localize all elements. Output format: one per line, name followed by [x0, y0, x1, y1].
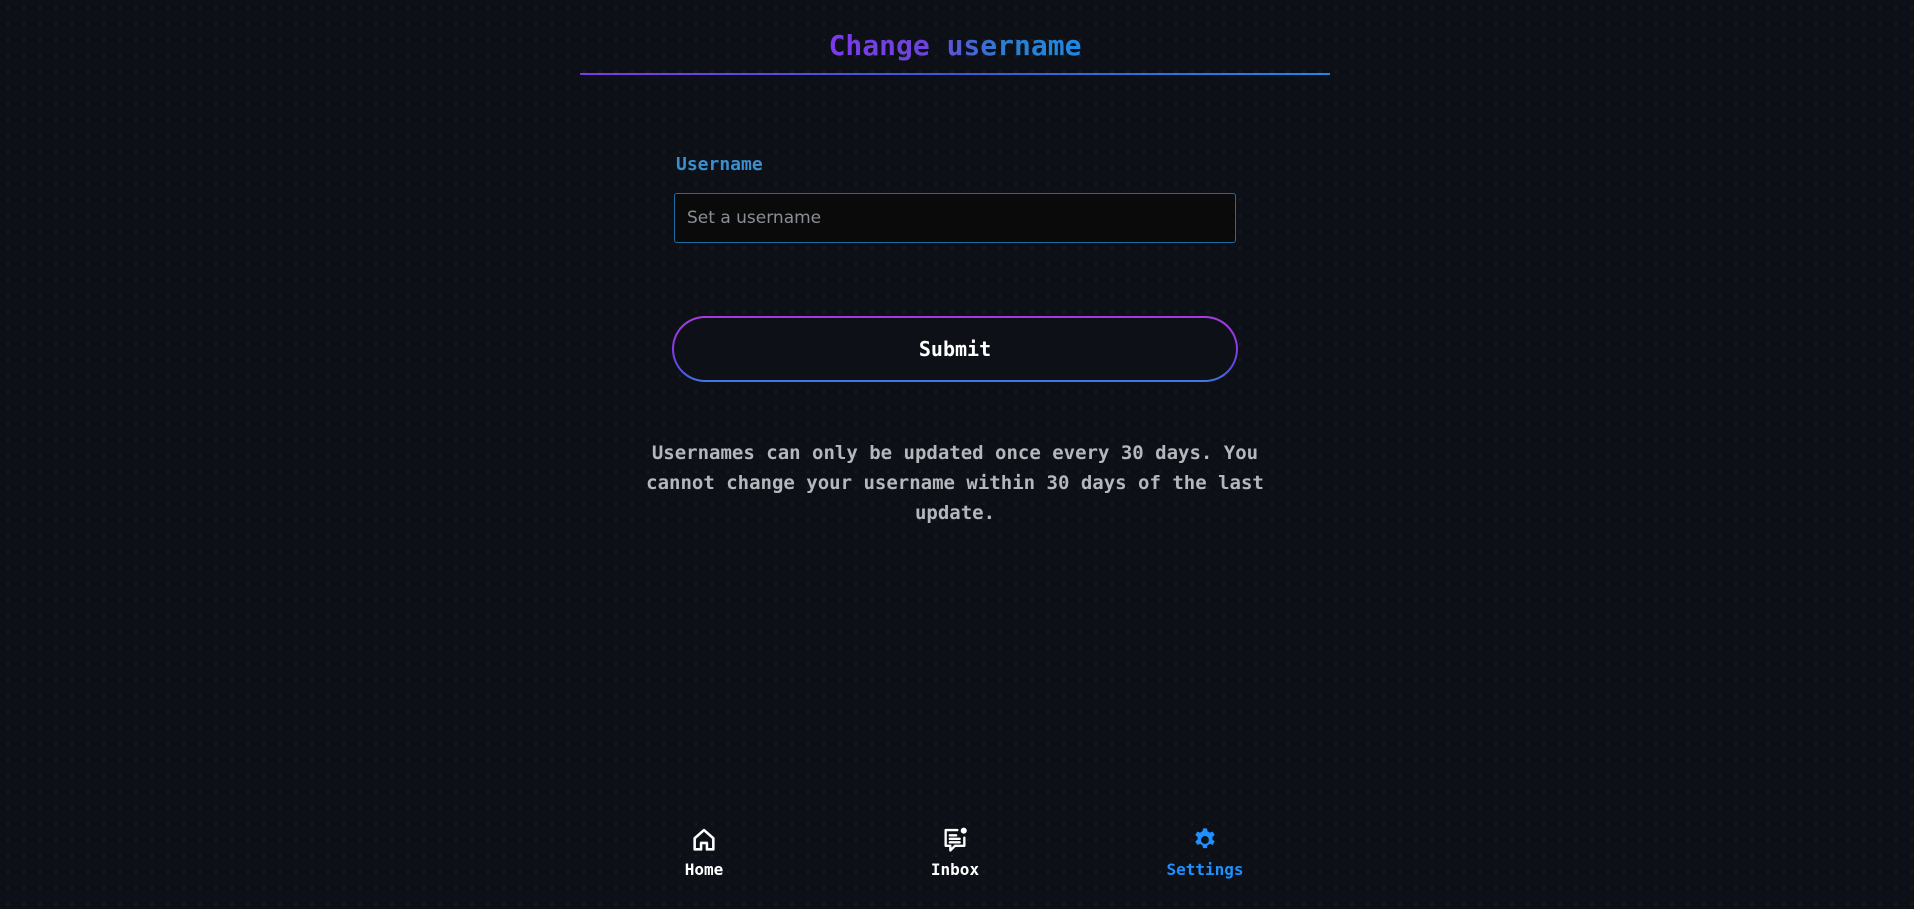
- page-header: Change username: [580, 22, 1330, 75]
- nav-item-inbox[interactable]: Inbox: [895, 826, 1015, 880]
- username-label: Username: [676, 154, 763, 175]
- nav-item-settings[interactable]: Settings: [1145, 826, 1265, 880]
- inbox-icon: [944, 827, 967, 852]
- notification-dot: [960, 827, 967, 834]
- nav-label-settings: Settings: [1166, 860, 1244, 879]
- submit-button[interactable]: Submit: [674, 318, 1236, 380]
- bottom-navigation: Home Inbox Settings: [0, 826, 1914, 896]
- nav-item-home[interactable]: Home: [644, 826, 764, 880]
- submit-button-border: Submit: [672, 316, 1238, 382]
- nav-label-inbox: Inbox: [930, 860, 980, 879]
- page-title: Change username: [829, 22, 1082, 70]
- change-username-form: Username: [674, 152, 1236, 243]
- username-change-note: Usernames can only be updated once every…: [646, 442, 1264, 524]
- home-icon: [693, 828, 715, 851]
- username-input[interactable]: [674, 193, 1236, 243]
- nav-label-home: Home: [684, 860, 724, 879]
- title-divider: [580, 73, 1330, 75]
- gear-icon: [1195, 828, 1215, 849]
